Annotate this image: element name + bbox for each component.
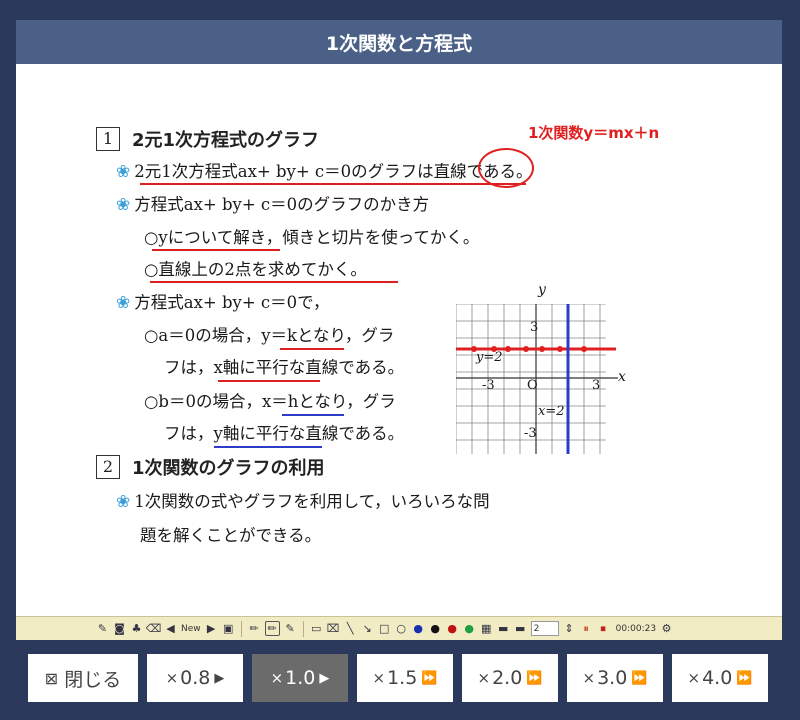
sub-line-1: ○yについて解き，傾きと切片を使ってかく。 xyxy=(144,228,480,247)
speed-3-0-button[interactable]: × 3.0 ⏩ xyxy=(567,654,663,702)
graph-y-axis-label: y xyxy=(538,282,546,298)
red-underline-1 xyxy=(140,183,526,185)
spinner-icon[interactable]: ⇕ xyxy=(563,622,576,635)
fast-forward-icon: ⏩ xyxy=(631,670,648,686)
sub-line-5: ○b＝0の場合，x＝hとなり，グラ xyxy=(144,392,396,411)
drawing-toolbar: ✎ ◙ ♣ ⌫ ◀ New ▶ ▣ ✏ ✏ ✎ ▭ ⌧ ╲ ↘ □ ○ ● ● … xyxy=(16,616,782,640)
continuation-line: 題を解くことができる。 xyxy=(140,526,322,545)
sub-line-6: フは，y軸に平行な直線である。 xyxy=(164,424,405,443)
thin-line-icon[interactable]: ▬ xyxy=(497,622,510,635)
graph-tick-neg-x: -3 xyxy=(482,378,495,393)
stamp-icon[interactable]: ♣ xyxy=(130,622,143,635)
stop-icon[interactable]: ⏹ xyxy=(597,622,610,635)
new-button[interactable]: New xyxy=(181,624,201,634)
arrow-tool-icon[interactable]: ↘ xyxy=(361,622,374,635)
handwritten-annotation: 1次関数y＝mx＋n xyxy=(528,124,660,142)
sub-line-2: ○直線上の2点を求めてかく。 xyxy=(144,260,367,279)
title-text: 1次関数と方程式 xyxy=(325,32,473,55)
close-button[interactable]: ⊠ 閉じる xyxy=(28,654,138,702)
blue-underline-1 xyxy=(282,414,344,416)
marker-icon[interactable]: ✏ xyxy=(264,621,280,636)
graph-label-y2: y=2 xyxy=(476,350,503,365)
graph-label-x2: x=2 xyxy=(538,404,565,419)
pause-icon[interactable]: ⏸ xyxy=(580,622,593,635)
sub-line-3: ○a＝0の場合，y＝kとなり，グラ xyxy=(144,326,395,345)
image-icon[interactable]: ▣ xyxy=(222,622,235,635)
toolbar-divider xyxy=(302,620,304,637)
graph-tick-neg-y: -3 xyxy=(524,426,537,441)
red-underline-3 xyxy=(150,281,398,283)
close-box-icon: ⊠ xyxy=(44,668,59,688)
line-tool-icon[interactable]: ╲ xyxy=(344,622,357,635)
fast-forward-icon: ⏩ xyxy=(421,670,438,686)
graph-origin-label: O xyxy=(527,378,538,393)
red-circle-mark xyxy=(478,148,534,188)
playback-bar: ⊠ 閉じる × 0.8 ▶ × 1.0 ▶ × 1.5 ⏩ × 2.0 ⏩ × 3.0 ⏩ × 4.0… xyxy=(28,654,768,702)
slide-canvas[interactable]: 1 2元1次方程式のグラフ 1次関数y＝mx＋n ❀ 2元1次方程式ax+ by+… xyxy=(16,64,782,616)
red-underline-2 xyxy=(152,249,280,251)
pencil-icon[interactable]: ✏ xyxy=(248,622,261,635)
thick-line-icon[interactable]: ▬ xyxy=(514,622,527,635)
red-underline-5 xyxy=(218,380,320,382)
pen-tool-icon[interactable]: ✎ xyxy=(96,622,109,635)
graph-tick-pos-x: 3 xyxy=(592,378,601,393)
clear-icon[interactable]: ⌧ xyxy=(327,622,340,635)
back-icon[interactable]: ◀ xyxy=(164,622,177,635)
eraser-icon[interactable]: ▭ xyxy=(310,622,323,635)
eraser-tool-icon[interactable]: ⌫ xyxy=(146,622,162,635)
color-green-icon[interactable]: ● xyxy=(463,622,476,635)
section-1-title: 2元1次方程式のグラフ xyxy=(132,130,320,151)
speed-0-8-button[interactable]: × 0.8 ▶ xyxy=(147,654,243,702)
sub-line-4: フは，x軸に平行な直線である。 xyxy=(164,358,405,377)
speed-1-5-button[interactable]: × 1.5 ⏩ xyxy=(357,654,453,702)
bullet-line-3: ❀ 方程式ax+ by+ c＝0で， xyxy=(116,293,330,313)
play-icon: ▶ xyxy=(319,670,330,686)
fast-forward-icon: ⏩ xyxy=(526,670,543,686)
bullet-line-2: ❀ 方程式ax+ by+ c＝0のグラフのかき方 xyxy=(116,195,430,215)
bullet-line-1: ❀ 2元1次方程式ax+ by+ c＝0のグラフは直線である。 xyxy=(116,162,533,182)
speed-2-0-button[interactable]: × 2.0 ⏩ xyxy=(462,654,558,702)
flower-bullet-icon: ❀ xyxy=(116,492,131,512)
camera-icon[interactable]: ◙ xyxy=(113,622,126,635)
play-icon: ▶ xyxy=(214,670,225,686)
color-blue-icon[interactable]: ● xyxy=(412,622,425,635)
section-2-title: 1次関数のグラフの利用 xyxy=(132,458,325,479)
elapsed-time: 00:00:23 xyxy=(615,623,657,634)
flower-bullet-icon: ❀ xyxy=(116,293,131,313)
color-black-icon[interactable]: ● xyxy=(429,622,442,635)
settings-icon[interactable]: ⚙ xyxy=(660,622,673,635)
rectangle-tool-icon[interactable]: □ xyxy=(378,622,391,635)
bullet-line-4: ❀ 1次関数の式やグラフを利用して，いろいろな問 xyxy=(116,492,490,512)
speed-4-0-button[interactable]: × 4.0 ⏩ xyxy=(672,654,768,702)
highlighter-icon[interactable]: ✎ xyxy=(284,622,297,635)
circle-tool-icon[interactable]: ○ xyxy=(395,622,408,635)
section-1-number: 1 xyxy=(96,127,120,151)
section-1-heading: 1 2元1次方程式のグラフ xyxy=(96,126,319,152)
section-2-number: 2 xyxy=(96,455,120,479)
forward-icon[interactable]: ▶ xyxy=(205,622,218,635)
graph-x-axis-label: x xyxy=(618,369,626,385)
palette-icon[interactable]: ▦ xyxy=(480,622,493,635)
blue-underline-2 xyxy=(214,446,322,448)
red-underline-4 xyxy=(280,348,344,350)
flower-bullet-icon: ❀ xyxy=(116,195,131,215)
section-2-heading: 2 1次関数のグラフの利用 xyxy=(96,454,325,480)
color-red-icon[interactable]: ● xyxy=(446,622,459,635)
line-width-field[interactable]: 2 xyxy=(530,621,559,636)
fast-forward-icon: ⏩ xyxy=(736,670,753,686)
flower-bullet-icon: ❀ xyxy=(116,162,131,182)
toolbar-divider xyxy=(240,620,242,637)
graph-tick-pos-y: 3 xyxy=(530,320,539,335)
viewer-frame: 1次関数と方程式 1 2元1次方程式のグラフ 1次関数y＝mx＋n ❀ 2元1次方… xyxy=(16,20,782,640)
speed-1-0-button[interactable]: × 1.0 ▶ xyxy=(252,654,348,702)
window-title: 1次関数と方程式 xyxy=(16,20,782,64)
